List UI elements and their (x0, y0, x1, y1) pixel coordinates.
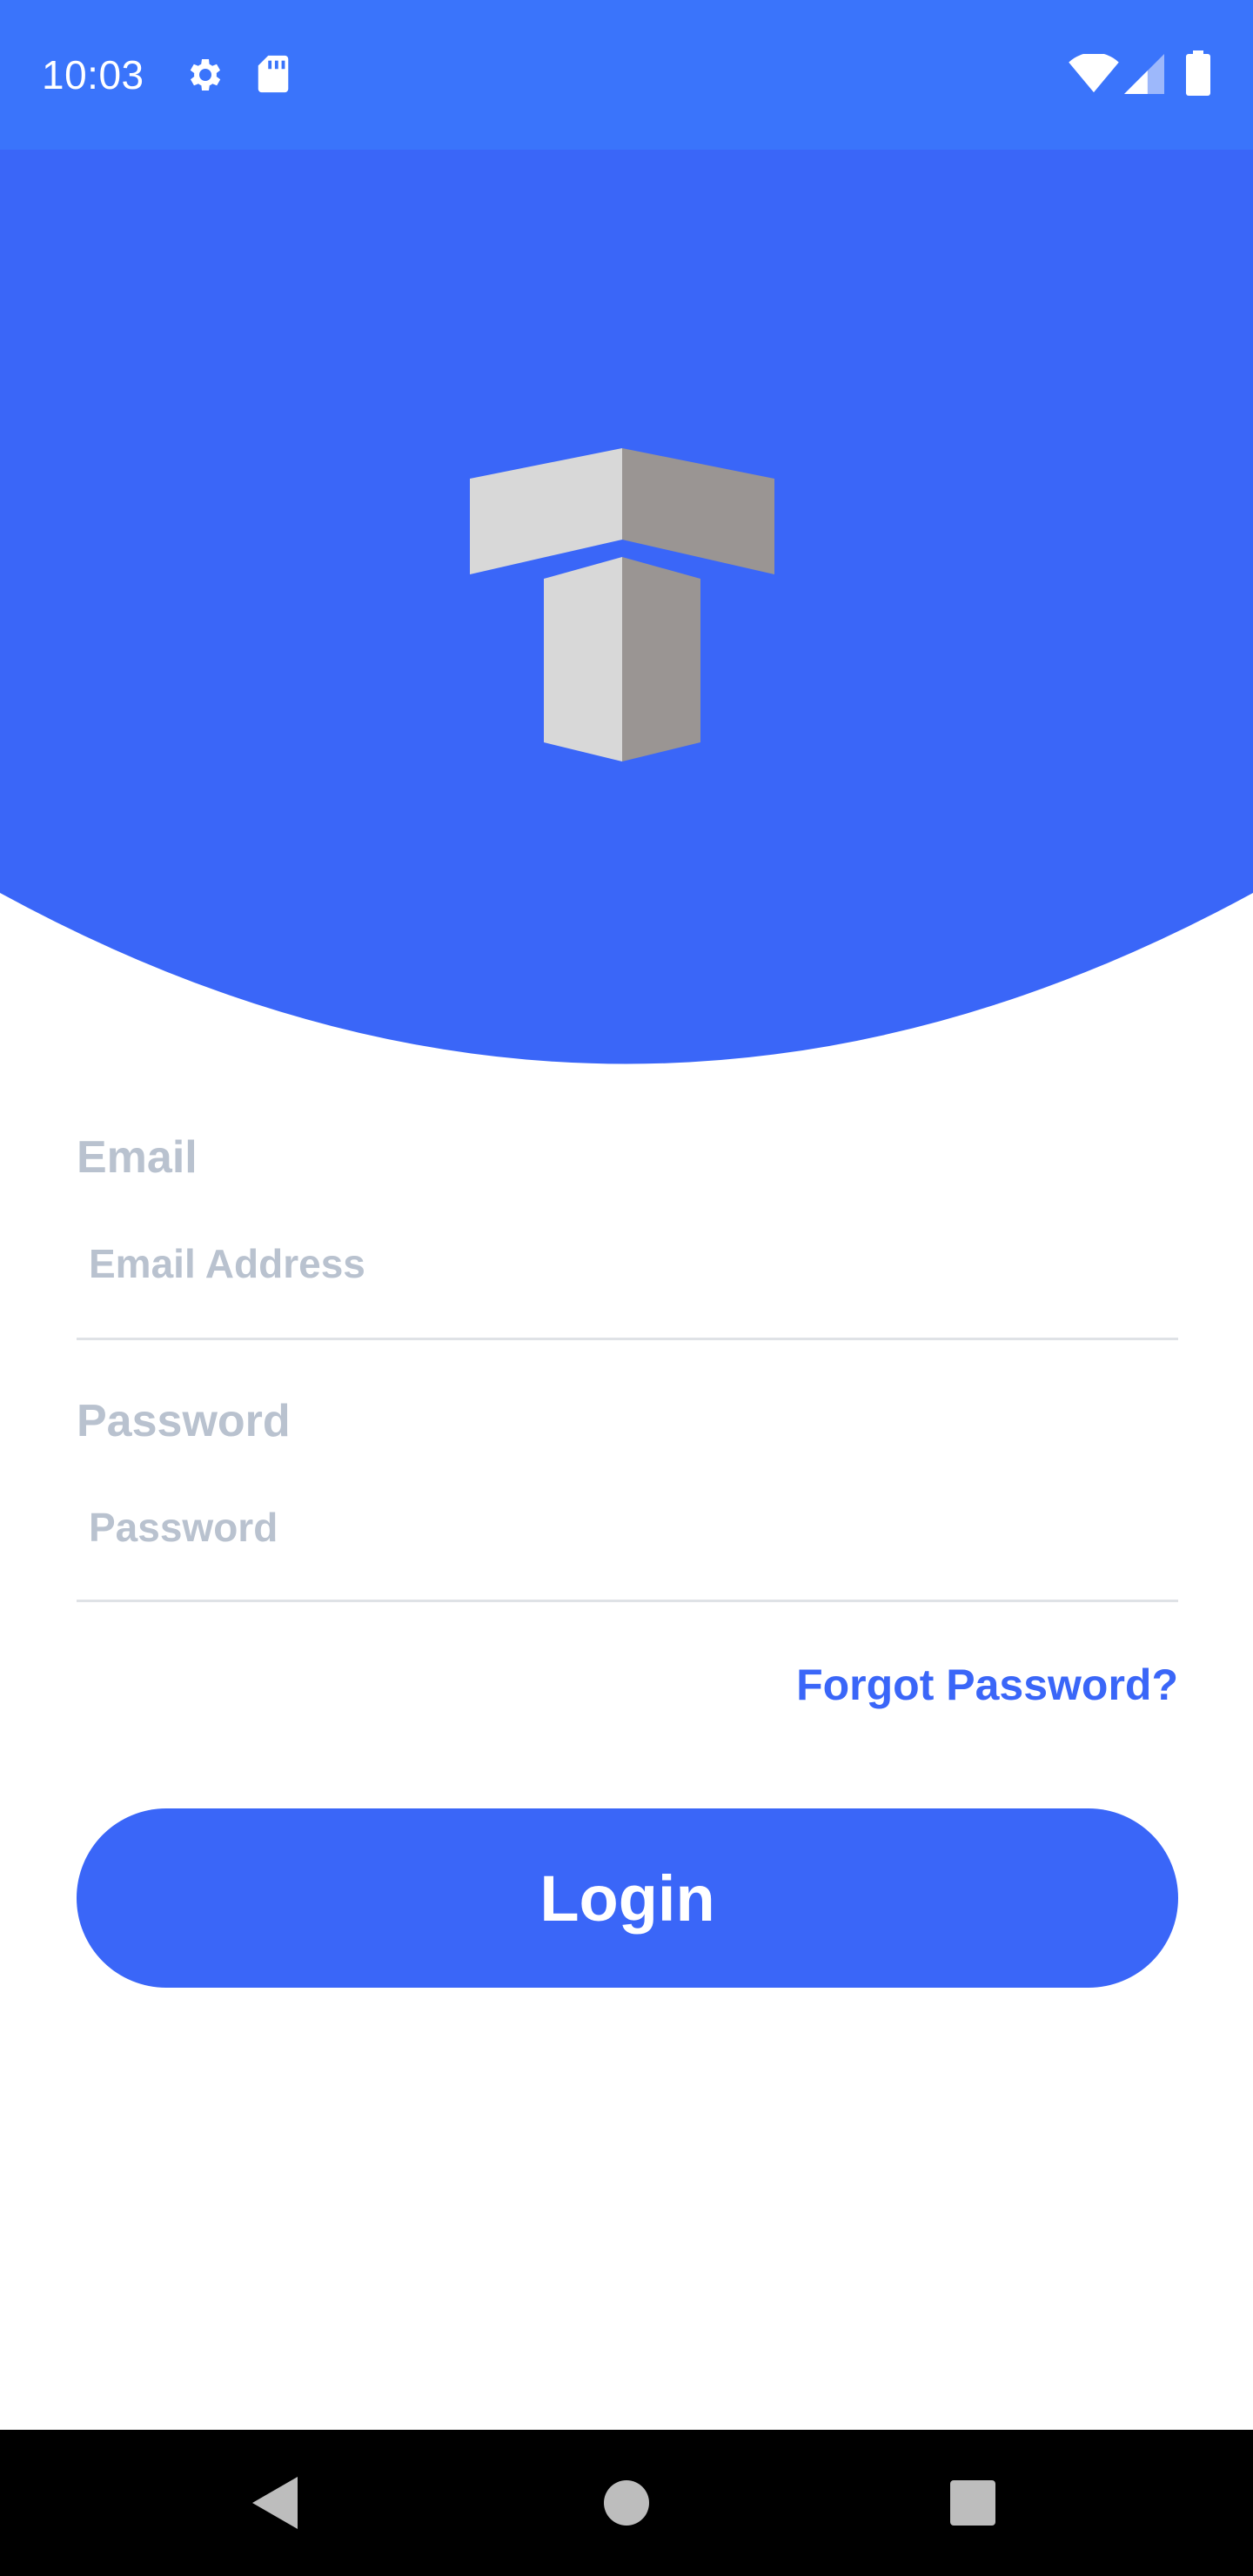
email-field[interactable] (77, 1220, 1178, 1307)
forgot-password-link[interactable]: Forgot Password? (796, 1659, 1178, 1711)
email-label: Email (77, 1132, 198, 1183)
status-time: 10:03 (42, 52, 144, 97)
email-underline (77, 1338, 1178, 1340)
signal-icon (1124, 54, 1164, 94)
system-nav-bar (0, 2430, 1253, 2576)
battery-icon (1186, 50, 1210, 96)
home-icon[interactable] (604, 2480, 649, 2526)
password-underline (77, 1600, 1178, 1602)
login-screen: 10:03 Email Email Address Password Forgo… (0, 0, 1253, 2576)
sd-card-icon (258, 55, 289, 93)
password-label: Password (77, 1396, 291, 1446)
gear-icon (190, 59, 221, 91)
status-bar: 10:03 (0, 0, 1253, 150)
back-icon[interactable] (252, 2477, 298, 2529)
password-field[interactable] (77, 1484, 1178, 1571)
wifi-icon (1069, 54, 1119, 93)
app-logo (470, 448, 774, 761)
recents-icon[interactable] (950, 2480, 995, 2526)
login-button[interactable]: Login (77, 1808, 1178, 1988)
